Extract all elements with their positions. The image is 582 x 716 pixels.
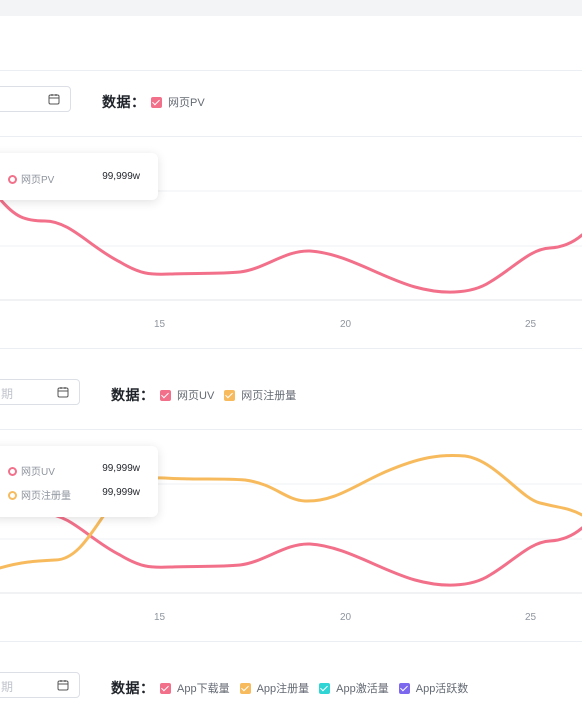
series-dot xyxy=(8,467,17,476)
legend-item-app-activate[interactable]: App激活量 xyxy=(319,680,389,696)
chart-tooltip: 网页UV 99,999w 网页注册量 99,999w xyxy=(0,446,158,517)
x-tick: 15 xyxy=(154,319,166,330)
x-tick: 15 xyxy=(154,612,166,623)
top-bar xyxy=(0,0,582,16)
legend-item-app-register[interactable]: App注册量 xyxy=(239,680,309,696)
tooltip-row: 网页UV 99,999w xyxy=(8,463,140,478)
data-label: 数据： xyxy=(111,387,155,403)
legend-item-uv[interactable]: 网页UV xyxy=(160,387,214,403)
checkbox-icon[interactable] xyxy=(224,389,236,401)
series-dot xyxy=(8,491,17,500)
legend-item-app-active[interactable]: App活跃数 xyxy=(398,680,468,696)
checkbox-icon[interactable] xyxy=(319,682,331,694)
tooltip-row: 网页PV 99,999w xyxy=(8,171,140,186)
calendar-icon xyxy=(57,387,69,398)
legend-item-pv[interactable]: 网页PV xyxy=(151,94,205,110)
legend: 网页UV 网页注册量 xyxy=(160,387,306,403)
date-placeholder: 期 xyxy=(1,387,14,401)
x-tick: 20 xyxy=(340,319,352,330)
data-label: 数据： xyxy=(102,94,146,110)
series-dot xyxy=(8,175,17,184)
x-tick: 25 xyxy=(525,319,537,330)
checkbox-icon[interactable] xyxy=(398,682,410,694)
data-label: 数据： xyxy=(111,680,155,696)
tooltip-row: 网页注册量 99,999w xyxy=(8,487,140,502)
date-picker[interactable] xyxy=(0,86,71,112)
checkbox-icon[interactable] xyxy=(160,682,171,694)
calendar-icon xyxy=(48,94,60,105)
x-tick: 25 xyxy=(525,612,537,623)
divider xyxy=(0,641,582,642)
legend-item-register[interactable]: 网页注册量 xyxy=(224,387,296,403)
chart-tooltip: 网页PV 99,999w xyxy=(0,153,158,200)
legend: App下载量 App注册量 App激活量 App活跃数 xyxy=(160,680,478,696)
legend: 网页PV xyxy=(151,94,215,110)
checkbox-icon[interactable] xyxy=(151,96,162,108)
legend-item-app-download[interactable]: App下载量 xyxy=(160,680,230,696)
date-picker[interactable]: 期 xyxy=(0,672,80,698)
x-tick: 20 xyxy=(340,612,352,623)
date-placeholder: 期 xyxy=(1,680,14,694)
date-picker[interactable]: 期 xyxy=(0,379,80,405)
divider xyxy=(0,348,582,349)
checkbox-icon[interactable] xyxy=(239,682,251,694)
checkbox-icon[interactable] xyxy=(160,389,171,401)
calendar-icon xyxy=(57,680,69,691)
divider xyxy=(0,70,582,71)
